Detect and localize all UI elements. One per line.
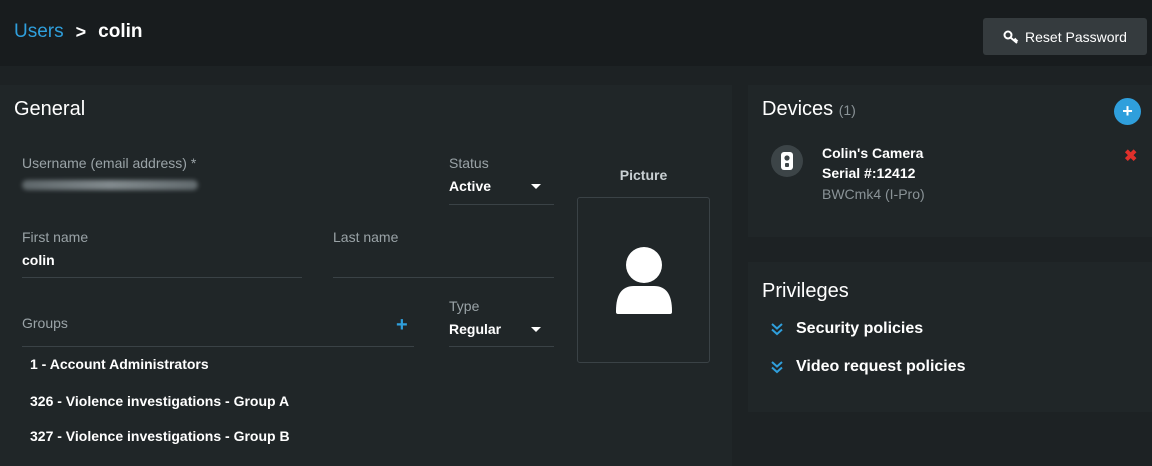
username-field-redacted[interactable] xyxy=(22,180,198,190)
privilege-label: Security policies xyxy=(796,320,924,337)
devices-count: (1) xyxy=(838,102,856,118)
reset-password-label: Reset Password xyxy=(1025,28,1127,45)
status-chevron-down-icon[interactable] xyxy=(531,184,541,189)
device-name[interactable]: Colin's Camera xyxy=(822,145,923,161)
devices-title: Devices (1) xyxy=(762,98,856,121)
type-label: Type xyxy=(449,298,480,314)
privilege-label: Video request policies xyxy=(796,358,966,375)
device-serial: Serial #:12412 xyxy=(822,165,916,181)
status-label: Status xyxy=(449,155,489,171)
last-name-label: Last name xyxy=(333,229,399,245)
general-title: General xyxy=(14,98,86,120)
first-name-underline xyxy=(22,277,302,278)
privilege-security-policies[interactable]: Security policies xyxy=(770,320,923,338)
type-underline xyxy=(449,346,554,347)
add-group-plus-icon[interactable]: + xyxy=(396,315,408,335)
reset-password-button[interactable]: Reset Password xyxy=(983,18,1147,55)
breadcrumb-users-link[interactable]: Users xyxy=(14,21,64,43)
device-model: BWCmk4 (I-Pro) xyxy=(822,186,925,202)
type-chevron-down-icon[interactable] xyxy=(531,327,541,332)
status-select[interactable]: Active xyxy=(449,178,491,194)
top-bar: Users > colin Reset Password xyxy=(0,0,1152,66)
last-name-underline xyxy=(333,277,554,278)
key-icon xyxy=(1003,30,1019,44)
groups-label: Groups xyxy=(22,315,68,331)
groups-underline xyxy=(22,346,414,347)
first-name-input[interactable]: colin xyxy=(22,252,55,268)
breadcrumb-separator: > xyxy=(75,21,87,42)
first-name-label: First name xyxy=(22,229,89,245)
privilege-video-request-policies[interactable]: Video request policies xyxy=(770,358,966,376)
double-chevron-down-icon xyxy=(771,323,783,336)
status-underline xyxy=(449,204,554,205)
group-list-item[interactable]: 1 - Account Administrators xyxy=(30,356,209,372)
device-camera-avatar xyxy=(771,145,803,177)
breadcrumb-current: colin xyxy=(98,21,143,42)
privileges-title: Privileges xyxy=(762,280,849,302)
group-list-item[interactable]: 327 - Violence investigations - Group B xyxy=(30,428,290,444)
camera-icon xyxy=(781,152,793,170)
devices-title-text: Devices xyxy=(762,98,834,120)
type-select[interactable]: Regular xyxy=(449,321,501,337)
double-chevron-down-icon xyxy=(771,361,783,374)
breadcrumb: Users > colin xyxy=(14,21,142,43)
group-list-item[interactable]: 326 - Violence investigations - Group A xyxy=(30,393,289,409)
picture-label: Picture xyxy=(619,167,668,183)
picture-upload-box[interactable] xyxy=(577,197,710,363)
add-device-button[interactable]: + xyxy=(1114,98,1141,125)
username-label: Username (email address) * xyxy=(22,155,197,171)
remove-device-close-icon[interactable]: ✖ xyxy=(1124,146,1137,166)
user-avatar-icon xyxy=(616,247,672,314)
